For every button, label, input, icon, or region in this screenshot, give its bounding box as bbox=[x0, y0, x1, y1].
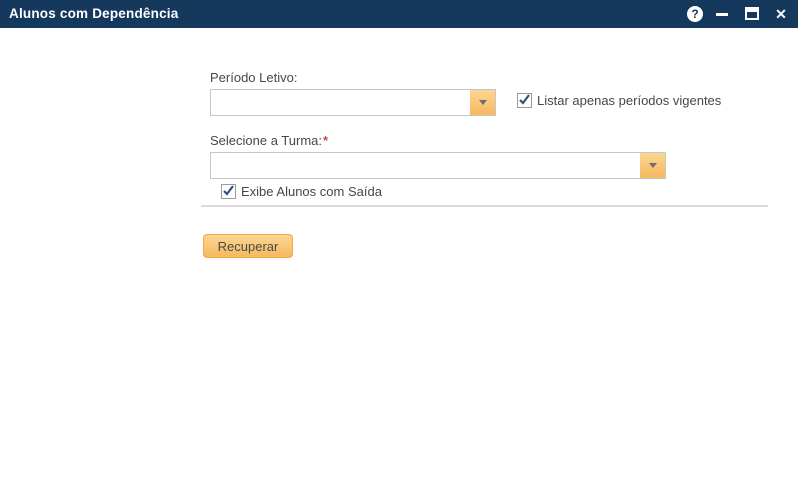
minimize-icon bbox=[716, 13, 728, 16]
chevron-down-icon bbox=[649, 163, 657, 168]
window-title: Alunos com Dependência bbox=[9, 0, 178, 28]
chevron-down-icon bbox=[479, 100, 487, 105]
divider bbox=[201, 205, 768, 207]
checkmark-icon bbox=[517, 91, 533, 107]
maximize-restore-button[interactable] bbox=[744, 6, 760, 22]
checkmark-icon bbox=[221, 182, 237, 198]
app-window: Alunos com Dependência ? ✕ Período Letiv… bbox=[0, 0, 798, 500]
close-icon: ✕ bbox=[775, 6, 787, 22]
turma-input[interactable] bbox=[211, 153, 650, 178]
periodo-letivo-combobox bbox=[210, 89, 496, 116]
minimize-button[interactable] bbox=[714, 6, 730, 22]
titlebar: Alunos com Dependência ? ✕ bbox=[0, 0, 798, 28]
window-restore-icon bbox=[745, 7, 759, 20]
required-asterisk: * bbox=[323, 133, 328, 148]
periodo-letivo-label: Período Letivo: bbox=[210, 70, 297, 85]
help-button[interactable]: ? bbox=[687, 6, 703, 22]
exibe-saida-label: Exibe Alunos com Saída bbox=[241, 184, 382, 199]
turma-label-text: Selecione a Turma: bbox=[210, 133, 322, 148]
help-icon: ? bbox=[691, 7, 698, 21]
turma-combobox bbox=[210, 152, 666, 179]
close-button[interactable]: ✕ bbox=[772, 5, 790, 23]
turma-label: Selecione a Turma:* bbox=[210, 133, 328, 148]
listar-vigentes-label: Listar apenas períodos vigentes bbox=[537, 93, 721, 108]
turma-dropdown-button[interactable] bbox=[640, 153, 665, 178]
exibe-saida-checkbox[interactable] bbox=[221, 184, 236, 199]
listar-vigentes-checkbox[interactable] bbox=[517, 93, 532, 108]
recuperar-button[interactable]: Recuperar bbox=[203, 234, 293, 258]
periodo-letivo-input[interactable] bbox=[211, 90, 480, 115]
periodo-letivo-dropdown-button[interactable] bbox=[470, 90, 495, 115]
